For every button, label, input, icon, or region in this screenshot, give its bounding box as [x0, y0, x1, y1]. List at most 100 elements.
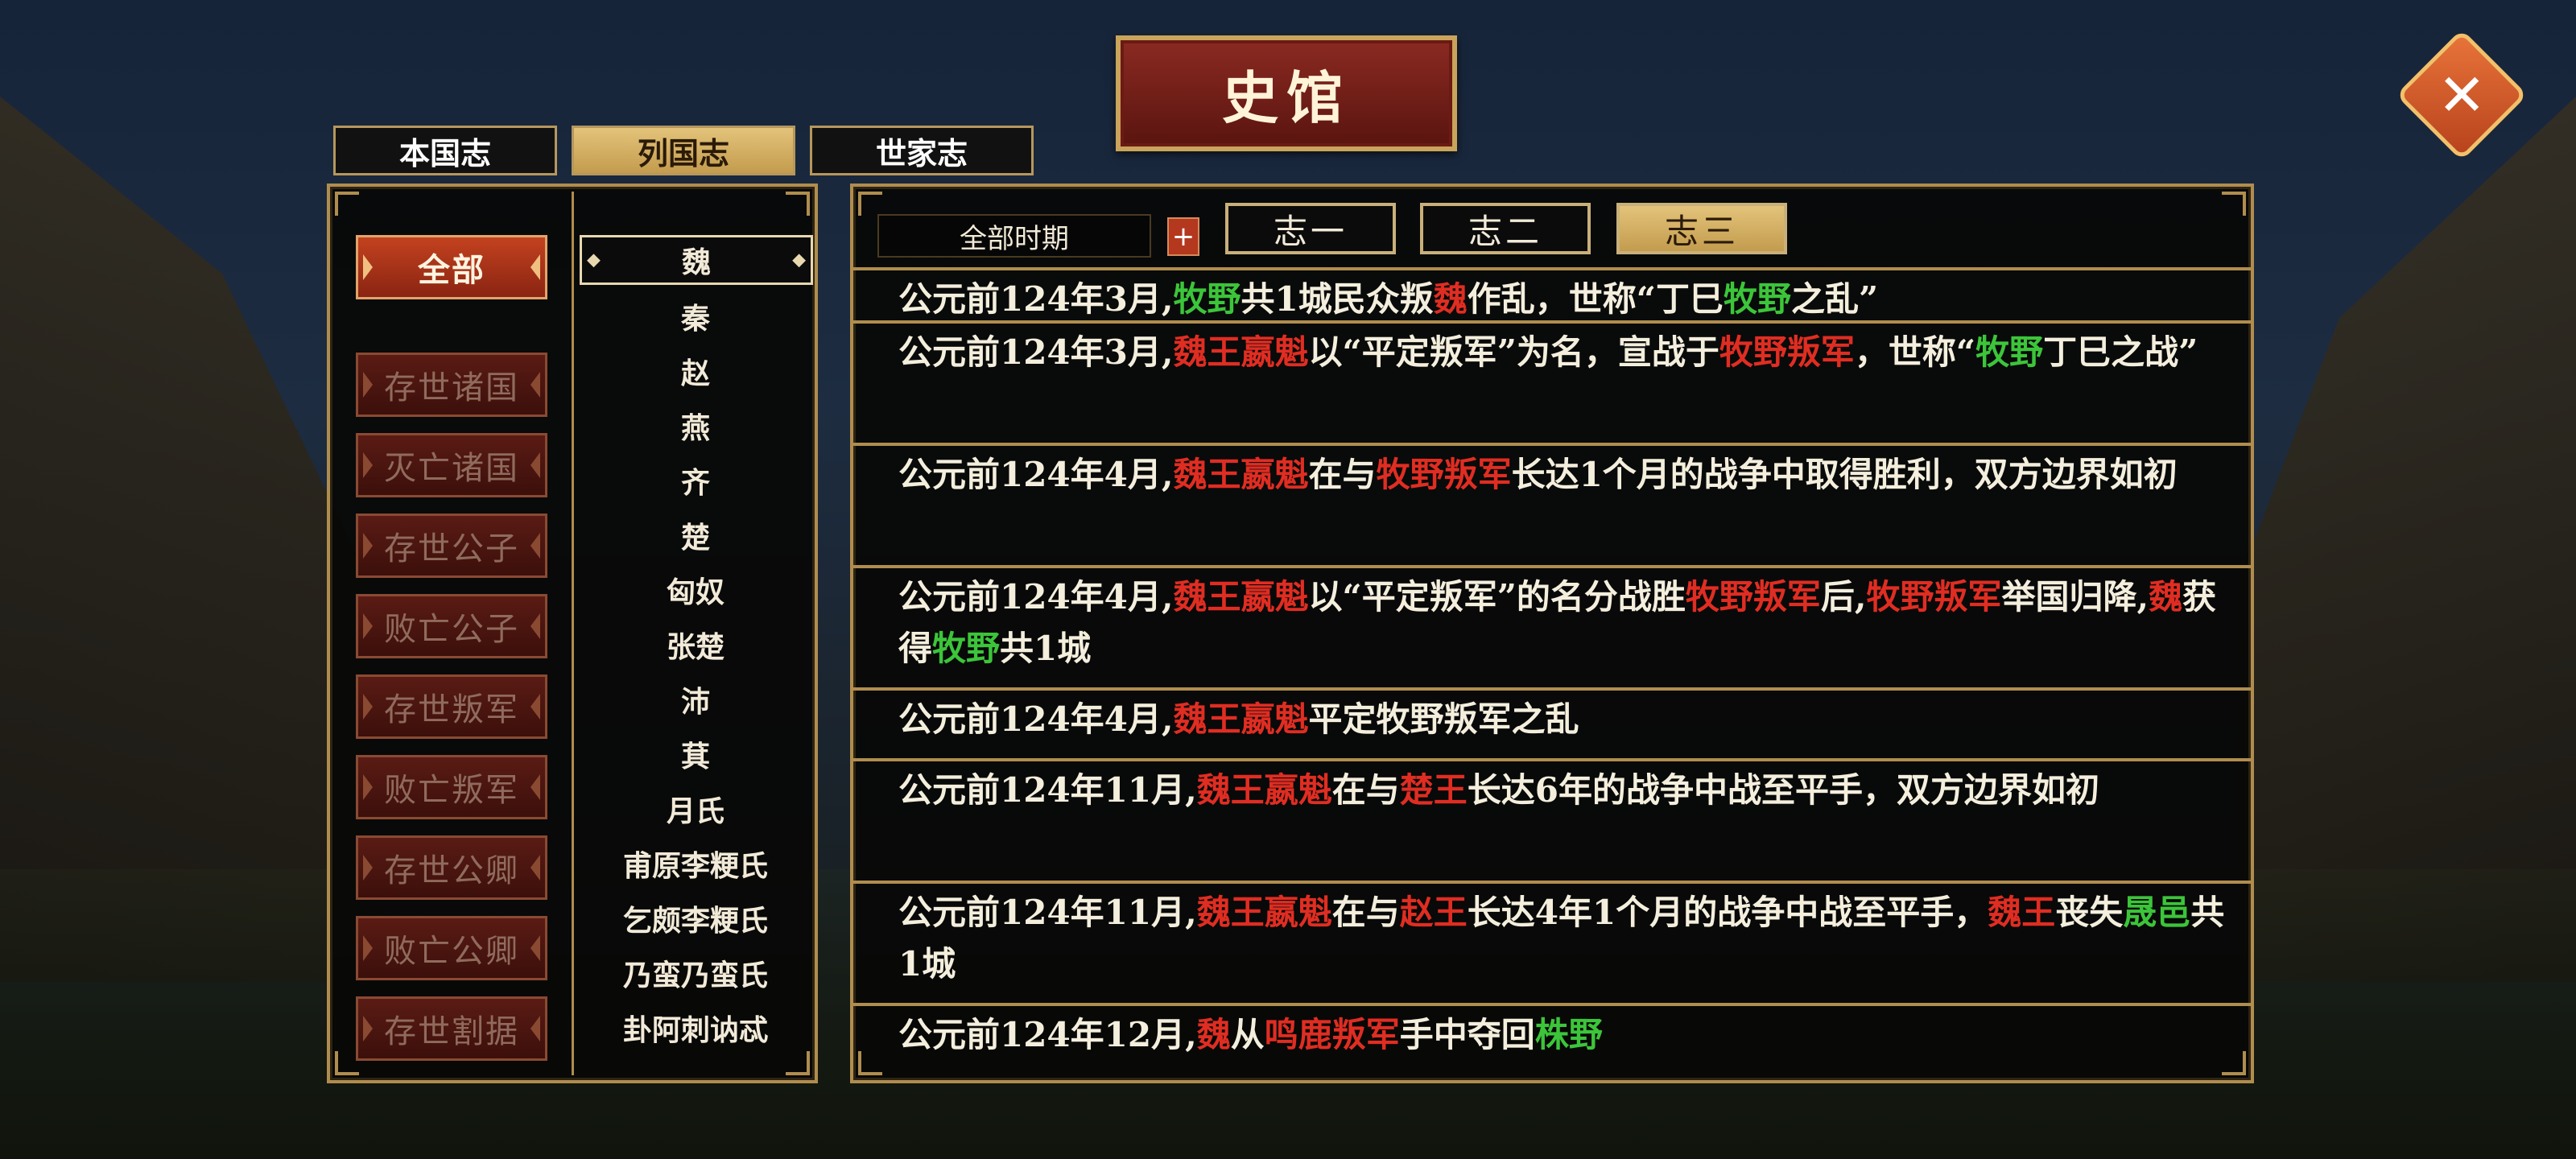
state-item[interactable]: 楚: [576, 510, 815, 560]
entity-red: 魏: [2149, 577, 2183, 617]
state-item[interactable]: 乞颇李粳氏: [576, 893, 815, 943]
annals-panel: 全部时期 + 志一 志二 志三 公元前124年3月,牧野共1城民众叛魏作乱，世称…: [850, 184, 2254, 1083]
entry-text: 丁巳之战”: [2043, 332, 2198, 372]
state-item[interactable]: 甫原李粳氏: [576, 839, 815, 889]
category-label: 败亡公子: [384, 611, 519, 648]
close-button[interactable]: ✕: [2395, 28, 2529, 162]
entry-text: 举国归降,: [2001, 577, 2149, 617]
close-icon: ✕: [2437, 60, 2487, 129]
tab-label: 世家志: [875, 134, 968, 171]
entry-text: 公元前124年4月,: [898, 577, 1174, 617]
corner-ornament: [858, 192, 882, 216]
entity-red: 牧野叛军: [1866, 577, 2002, 617]
volume-tab-label: 志一: [1273, 211, 1348, 251]
tab-family-annals[interactable]: 世家志: [810, 126, 1034, 175]
place-green: 晟邑: [2123, 893, 2191, 932]
category-button[interactable]: 存世公子: [356, 514, 547, 578]
category-button[interactable]: 败亡叛军: [356, 755, 547, 819]
chronicle-entry: 公元前124年4月,魏王嬴魁平定牧野叛军之乱: [853, 687, 2251, 745]
period-select[interactable]: 全部时期: [877, 214, 1151, 258]
corner-ornament: [786, 1051, 810, 1075]
period-expand-button[interactable]: +: [1167, 217, 1199, 256]
entity-red: 魏王嬴魁: [1196, 770, 1332, 810]
category-button[interactable]: 存世割据: [356, 996, 547, 1061]
entity-red: 牧野叛军: [1685, 577, 1821, 617]
state-item[interactable]: 张楚: [576, 620, 815, 670]
tab-home-annals[interactable]: 本国志: [333, 126, 557, 175]
category-button[interactable]: 存世公卿: [356, 835, 547, 900]
entry-text: 共1城民众叛: [1241, 279, 1434, 319]
entity-red: 魏: [1196, 1015, 1231, 1054]
category-label: 灭亡诸国: [384, 450, 519, 487]
state-item[interactable]: 月氏: [576, 784, 815, 834]
place-green: 牧野: [1975, 332, 2044, 372]
entry-text: 公元前124年3月,: [898, 332, 1174, 372]
chronicle-entry: 公元前124年4月,魏王嬴魁在与牧野叛军长达1个月的战争中取得胜利，双方边界如初: [853, 443, 2251, 501]
background-hut-left: [0, 97, 370, 982]
tab-label: 列国志: [637, 134, 729, 171]
category-button[interactable]: 败亡公卿: [356, 916, 547, 980]
state-label: 甫原李粳氏: [622, 849, 768, 883]
page-title: 史馆: [1222, 64, 1351, 131]
entry-text: 之乱”: [1790, 279, 1879, 319]
chronicle-entry: 公元前124年3月,魏王嬴魁以“平定叛军”为名，宣战于牧野叛军，世称“牧野丁巳之…: [853, 320, 2251, 378]
tab-volume-3[interactable]: 志三: [1616, 203, 1787, 254]
state-label: 月氏: [666, 794, 724, 828]
state-item[interactable]: 燕: [576, 401, 815, 451]
state-item-selected[interactable]: 魏: [580, 235, 813, 285]
state-item[interactable]: 卦阿刺讷忒: [576, 1003, 815, 1053]
entry-text: 长达4年1个月的战争中战至平手，: [1467, 893, 1988, 932]
category-label: 存世诸国: [384, 369, 519, 406]
category-all-button[interactable]: 全部: [356, 235, 547, 299]
place-green: 牧野: [1173, 279, 1241, 319]
chronicle-entry: 公元前124年11月,魏王嬴魁在与楚王长达6年的战争中战至平手，双方边界如初: [853, 758, 2251, 816]
entry-text: 共1城: [1000, 629, 1092, 668]
entity-red: 鸣鹿叛军: [1264, 1015, 1400, 1054]
entry-text: 公元前124年3月,: [898, 279, 1174, 319]
category-button[interactable]: 存世诸国: [356, 353, 547, 417]
state-item[interactable]: 沛: [576, 674, 815, 724]
entry-text: 在与: [1331, 893, 1400, 932]
plus-icon: +: [1171, 221, 1195, 253]
entry-text: 以“平定叛军”的名分战胜: [1308, 577, 1686, 617]
state-item[interactable]: 乃蛮乃蛮氏: [576, 948, 815, 998]
entity-red: 魏王嬴魁: [1173, 455, 1309, 494]
category-button[interactable]: 灭亡诸国: [356, 433, 547, 497]
state-item[interactable]: 匈奴: [576, 565, 815, 615]
state-label: 乞颇李粳氏: [622, 904, 768, 938]
entity-red: 魏王嬴魁: [1173, 699, 1309, 739]
category-label: 败亡叛军: [384, 772, 519, 809]
corner-ornament: [335, 192, 359, 216]
entity-red: 魏王嬴魁: [1173, 577, 1309, 617]
chronicle-entry: 公元前124年3月,牧野共1城民众叛魏作乱，世称“丁巳牧野之乱”: [853, 267, 2251, 325]
state-item[interactable]: 赵: [576, 346, 815, 396]
entry-text: 作乱，世称“丁巳: [1467, 279, 1724, 319]
state-item[interactable]: 齐: [576, 456, 815, 505]
entry-text: 在与: [1308, 455, 1377, 494]
state-item[interactable]: 秦: [576, 291, 815, 341]
category-label: 全部: [418, 251, 485, 289]
corner-ornament: [2222, 192, 2246, 216]
tab-volume-2[interactable]: 志二: [1420, 203, 1591, 254]
category-label: 存世公子: [384, 530, 519, 567]
entry-text: 手中夺回: [1399, 1015, 1535, 1054]
entry-text: 在与: [1331, 770, 1400, 810]
entry-text: 长达6年的战争中战至平手，双方边界如初: [1467, 770, 2100, 810]
entity-red: 魏王嬴魁: [1196, 893, 1332, 932]
category-button[interactable]: 存世叛军: [356, 674, 547, 739]
state-label: 魏: [681, 245, 711, 279]
category-button[interactable]: 败亡公子: [356, 594, 547, 658]
background-hut-right: [2238, 97, 2576, 982]
entity-red: 牧野叛军: [1719, 332, 1855, 372]
tab-states-annals[interactable]: 列国志: [572, 126, 795, 175]
state-label: 萁: [680, 740, 710, 773]
place-green: 株野: [1534, 1015, 1603, 1054]
state-item[interactable]: 萁: [576, 729, 815, 779]
entry-text: 长达1个月的战争中取得胜利，双方边界如初: [1511, 455, 2178, 494]
tab-volume-1[interactable]: 志一: [1225, 203, 1396, 254]
chronicle-entry: 公元前124年12月,魏从鸣鹿叛军手中夺回株野: [853, 1003, 2251, 1061]
entity-red: 楚王: [1399, 770, 1468, 810]
page-title-plate: 史馆: [1116, 35, 1457, 151]
state-label: 赵: [680, 357, 710, 390]
entity-red: 牧野叛军: [1376, 455, 1512, 494]
